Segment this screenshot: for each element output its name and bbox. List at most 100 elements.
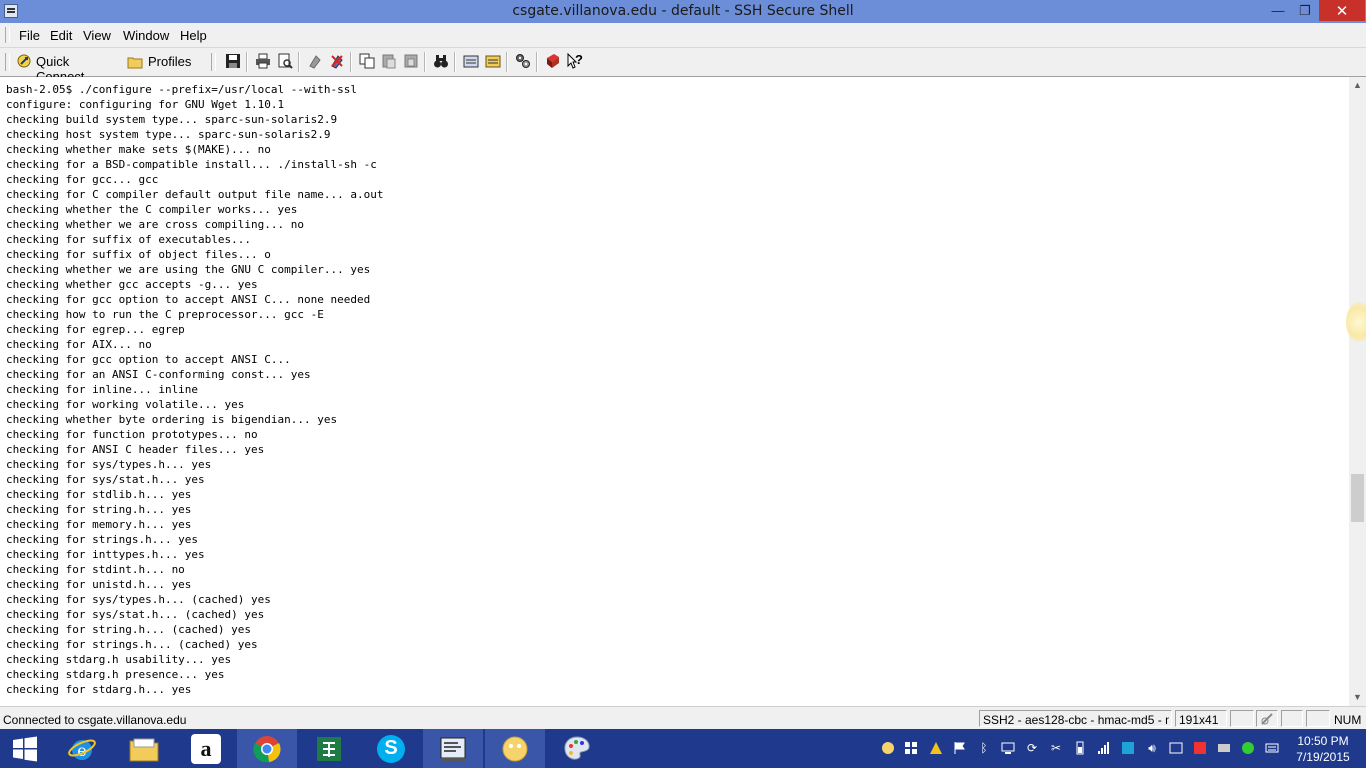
taskbar-pidgin[interactable] xyxy=(485,729,545,768)
terminal-line: checking for stdarg.h... yes xyxy=(6,683,192,696)
toolbar-separator xyxy=(350,52,352,72)
save-icon[interactable] xyxy=(225,53,241,69)
disconnect-icon[interactable] xyxy=(329,53,345,69)
quick-connect-icon xyxy=(17,54,31,68)
excel-icon xyxy=(317,736,341,761)
taskbar-file-explorer[interactable] xyxy=(114,729,174,768)
menu-window[interactable]: Window xyxy=(123,28,169,43)
terminal-line: checking for sys/types.h... yes xyxy=(6,458,212,471)
taskbar-internet-explorer[interactable]: e xyxy=(52,729,112,768)
tray-display-icon[interactable] xyxy=(1001,741,1015,755)
toolbar-separator xyxy=(424,52,426,72)
paste-special-icon[interactable] xyxy=(403,53,419,69)
tray-pidgin-icon[interactable] xyxy=(881,741,895,755)
terminal-line: checking for gcc option to accept ANSI C… xyxy=(6,353,291,366)
taskbar-chrome[interactable] xyxy=(237,729,297,768)
folder-icon xyxy=(127,57,143,69)
terminal-line: checking for ANSI C header files... yes xyxy=(6,443,265,456)
tray-app-red-icon[interactable] xyxy=(1193,741,1207,755)
file-explorer-icon xyxy=(129,738,159,761)
start-button[interactable] xyxy=(0,729,50,768)
tray-windows-icon[interactable] xyxy=(904,741,918,755)
tray-network-icon[interactable] xyxy=(1121,741,1135,755)
size-panel: 191x41 xyxy=(1175,710,1227,727)
file-transfer-icon[interactable] xyxy=(515,53,531,69)
taskbar-paint[interactable] xyxy=(547,729,607,768)
tray-app-green-icon[interactable] xyxy=(1241,741,1255,755)
tray-bluetooth-icon[interactable]: ᛒ xyxy=(977,741,991,755)
terminal-line: checking for string.h... (cached) yes xyxy=(6,623,252,636)
num-lock-indicator: NUM xyxy=(1334,713,1362,727)
tray-flag-icon[interactable] xyxy=(953,741,967,755)
taskbar-ssh-secure-shell[interactable] xyxy=(423,729,483,768)
menu-help[interactable]: Help xyxy=(180,28,207,43)
terminal-line: checking for stdint.h... no xyxy=(6,563,185,576)
connect-icon[interactable] xyxy=(307,53,323,69)
minimize-button[interactable]: — xyxy=(1264,0,1292,21)
copy-icon[interactable] xyxy=(359,53,375,69)
terminal-line: checking build system type... sparc-sun-… xyxy=(6,113,338,126)
taskbar-skype[interactable]: S xyxy=(361,729,421,768)
terminal-line: checking for inttypes.h... yes xyxy=(6,548,205,561)
status-panel-blank xyxy=(1230,710,1254,727)
menu-edit[interactable]: Edit xyxy=(50,28,72,43)
toolbar-separator xyxy=(536,52,538,72)
taskbar-excel[interactable] xyxy=(299,729,359,768)
tray-battery-icon[interactable] xyxy=(1073,741,1087,755)
toolbar-grip[interactable] xyxy=(5,53,10,71)
terminal-text: bash-2.05$ ./configure --prefix=/usr/loc… xyxy=(6,82,384,697)
tray-warning-icon[interactable] xyxy=(929,741,943,755)
context-help-icon[interactable]: ? xyxy=(567,52,585,70)
status-panel-blank-3 xyxy=(1306,710,1330,727)
windows-logo-icon xyxy=(13,736,37,761)
paste-icon[interactable] xyxy=(381,53,397,69)
toolbar-separator xyxy=(506,52,508,72)
help-book-icon[interactable] xyxy=(545,53,561,69)
settings-icon[interactable] xyxy=(463,53,479,69)
connection-status: Connected to csgate.villanova.edu xyxy=(3,713,187,727)
scroll-down-arrow-icon[interactable]: ▼ xyxy=(1349,689,1366,706)
terminal-line: checking for inline... inline xyxy=(6,383,199,396)
tray-volume-icon[interactable]: 🔊︎ xyxy=(1145,741,1159,755)
maximize-button[interactable]: ❐ xyxy=(1292,0,1318,21)
profile-settings-icon[interactable] xyxy=(485,53,501,69)
scroll-thumb[interactable] xyxy=(1351,474,1364,522)
tray-action-center-icon[interactable] xyxy=(1169,741,1183,755)
menu-view[interactable]: View xyxy=(83,28,111,43)
lock-status-icon xyxy=(1261,713,1273,725)
scroll-up-arrow-icon[interactable]: ▲ xyxy=(1349,77,1366,94)
cipher-panel: SSH2 - aes128-cbc - hmac-md5 - nc xyxy=(979,710,1172,727)
quick-connect-button[interactable]: Quick Connect xyxy=(14,50,118,84)
terminal-output[interactable]: bash-2.05$ ./configure --prefix=/usr/loc… xyxy=(0,77,1349,706)
terminal-line: checking for memory.h... yes xyxy=(6,518,192,531)
terminal-line: checking for egrep... egrep xyxy=(6,323,185,336)
find-icon[interactable] xyxy=(433,53,449,69)
vertical-scrollbar[interactable]: ▲ ▼ xyxy=(1349,77,1366,706)
terminal-line: checking stdarg.h usability... yes xyxy=(6,653,232,666)
skype-icon: S xyxy=(377,734,405,763)
clock-date[interactable]: 7/19/2015 xyxy=(1293,750,1353,764)
toolbar-separator xyxy=(298,52,300,72)
toolbar-grip-2[interactable] xyxy=(211,53,216,71)
toolbar: Quick Connect Profiles xyxy=(0,48,1366,84)
tray-signal-icon[interactable] xyxy=(1097,741,1111,755)
profiles-button[interactable]: Profiles xyxy=(124,50,194,73)
taskbar-amazon[interactable]: a xyxy=(176,729,236,768)
tray-sync-icon[interactable]: ⟳ xyxy=(1025,741,1039,755)
clock-time[interactable]: 10:50 PM xyxy=(1293,734,1353,748)
close-button[interactable]: ✕ xyxy=(1319,0,1365,21)
tray-keyboard-icon[interactable] xyxy=(1265,741,1279,755)
terminal-size: 191x41 xyxy=(1179,713,1219,727)
tray-app-gray-icon[interactable] xyxy=(1217,741,1231,755)
print-icon[interactable] xyxy=(255,53,271,69)
terminal-line: checking for suffix of executables... xyxy=(6,233,252,246)
menubar-grip[interactable] xyxy=(5,27,10,43)
terminal-line: checking whether we are using the GNU C … xyxy=(6,263,371,276)
menu-file[interactable]: File xyxy=(19,28,40,43)
tray-tools-icon[interactable]: ✂ xyxy=(1049,741,1063,755)
terminal-line: checking for strings.h... (cached) yes xyxy=(6,638,258,651)
terminal-line: checking for AIX... no xyxy=(6,338,152,351)
status-bar: Connected to csgate.villanova.edu SSH2 -… xyxy=(0,706,1366,730)
terminal-line: checking for sys/stat.h... yes xyxy=(6,473,205,486)
print-preview-icon[interactable] xyxy=(277,53,293,69)
